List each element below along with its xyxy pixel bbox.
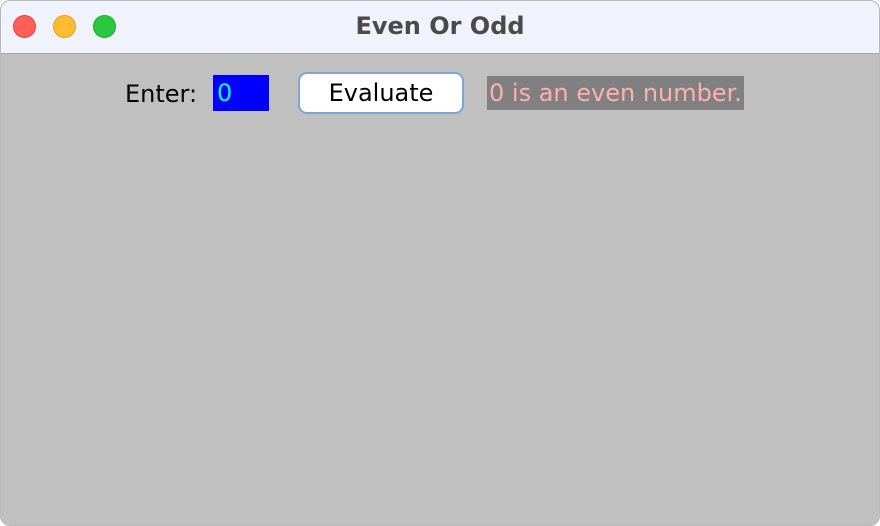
- enter-label: Enter:: [125, 80, 198, 108]
- result-label: 0 is an even number.: [487, 76, 744, 110]
- number-input[interactable]: [213, 75, 269, 111]
- window-title: Even Or Odd: [355, 12, 525, 40]
- app-window: Even Or Odd Enter: Evaluate 0 is an even…: [0, 0, 880, 526]
- main-panel: Enter: Evaluate 0 is an even number.: [1, 54, 879, 525]
- evaluate-button[interactable]: Evaluate: [298, 72, 464, 114]
- title-bar[interactable]: Even Or Odd: [1, 1, 879, 54]
